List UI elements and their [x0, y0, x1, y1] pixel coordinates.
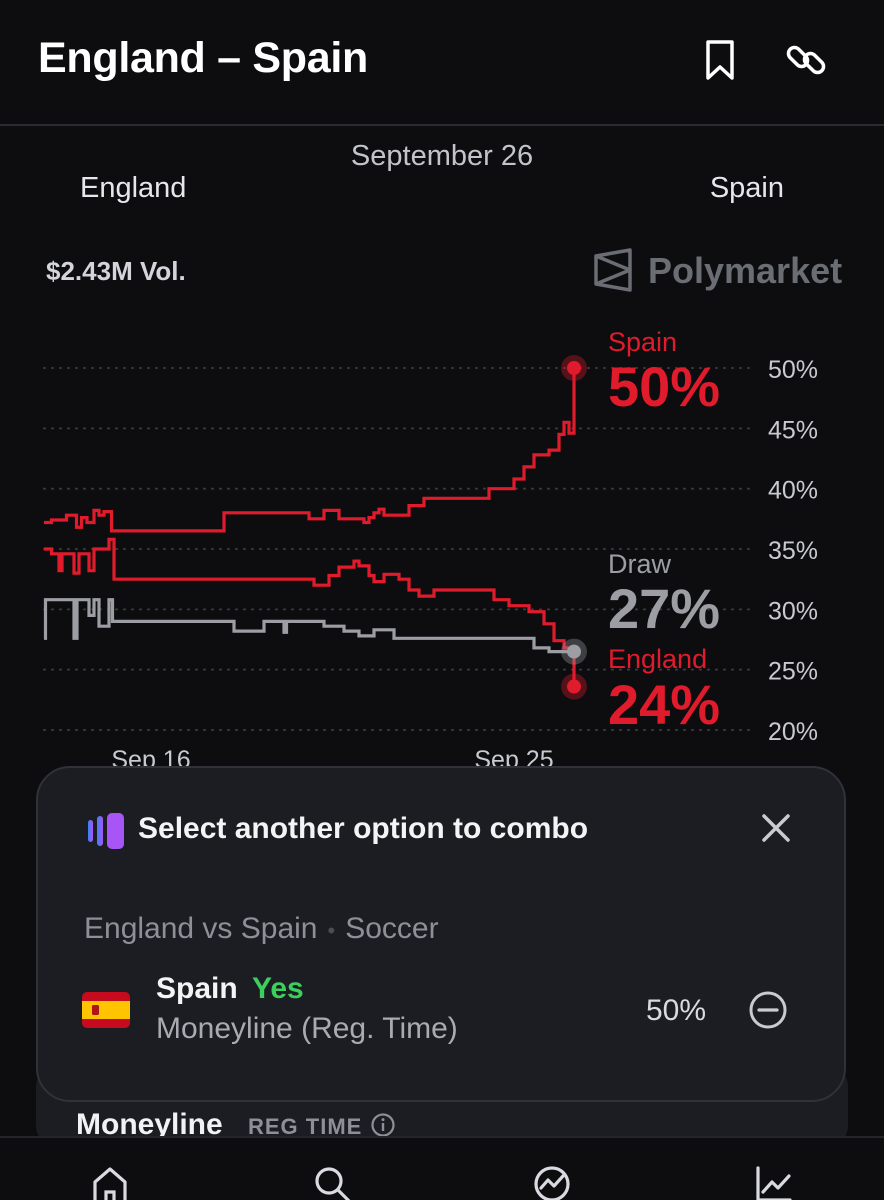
event-line: England vs Spain • Soccer — [84, 912, 439, 946]
info-icon[interactable] — [370, 1112, 396, 1138]
pick-price: 50% — [646, 994, 707, 1027]
y-tick-label: 45% — [768, 416, 818, 444]
series-line-draw — [43, 598, 574, 654]
match-date: September 26 — [350, 140, 534, 172]
volume-label: $2.43M Vol. — [46, 256, 186, 286]
market-page: England – Spain September 26 England Spa… — [0, 0, 884, 1200]
bookmark-icon[interactable] — [698, 38, 742, 82]
link-icon[interactable] — [784, 38, 828, 82]
price-chart[interactable]: 50%45%40%35%30%25%20%Sep 16 Sep 25Spain50… — [0, 300, 884, 770]
series-line-england — [44, 537, 576, 687]
y-tick-label: 40% — [768, 477, 818, 505]
y-tick-label: 50% — [768, 356, 818, 384]
close-icon[interactable] — [758, 810, 794, 846]
activity-icon[interactable] — [532, 1164, 572, 1200]
series-name-label: England — [608, 644, 707, 674]
end-marker-england — [567, 679, 581, 694]
remove-icon[interactable] — [748, 990, 788, 1030]
page-title: England – Spain — [38, 34, 368, 82]
polymarket-logo-icon — [594, 248, 632, 292]
market-name: Moneyline (Reg. Time) — [156, 1012, 458, 1045]
spain-flag-icon — [82, 992, 130, 1028]
y-tick-label: 35% — [768, 537, 818, 565]
bottom-nav — [0, 1136, 884, 1200]
y-tick-label: 20% — [768, 718, 818, 746]
header: England – Spain — [0, 0, 884, 126]
event-name[interactable]: England vs Spain — [84, 912, 318, 945]
brand-name: Polymarket — [648, 250, 843, 291]
series-name-label: Spain — [608, 327, 677, 357]
y-tick-label: 30% — [768, 597, 818, 625]
team-right[interactable]: Spain — [710, 172, 784, 205]
chart-icon[interactable] — [754, 1164, 794, 1200]
combo-icon — [88, 813, 124, 849]
series-value-label: 50% — [608, 355, 720, 418]
combo-sheet: Select another option to combo England v… — [36, 766, 846, 1102]
combo-title: Select another option to combo — [138, 812, 589, 845]
series-name-label: Draw — [608, 549, 672, 579]
series-value-label: 24% — [608, 673, 720, 736]
end-marker-spain — [567, 361, 581, 375]
end-marker-draw — [567, 644, 581, 659]
separator: • — [327, 918, 336, 943]
sport-name[interactable]: Soccer — [345, 912, 438, 945]
series-line-spain — [44, 368, 576, 533]
series-value-label: 27% — [608, 577, 720, 640]
home-icon[interactable] — [90, 1164, 130, 1200]
pick-team: Spain — [156, 972, 238, 1005]
y-tick-label: 25% — [768, 658, 818, 686]
search-icon[interactable] — [312, 1164, 352, 1200]
team-left[interactable]: England — [80, 172, 186, 205]
pick-side: Yes — [252, 972, 304, 1005]
